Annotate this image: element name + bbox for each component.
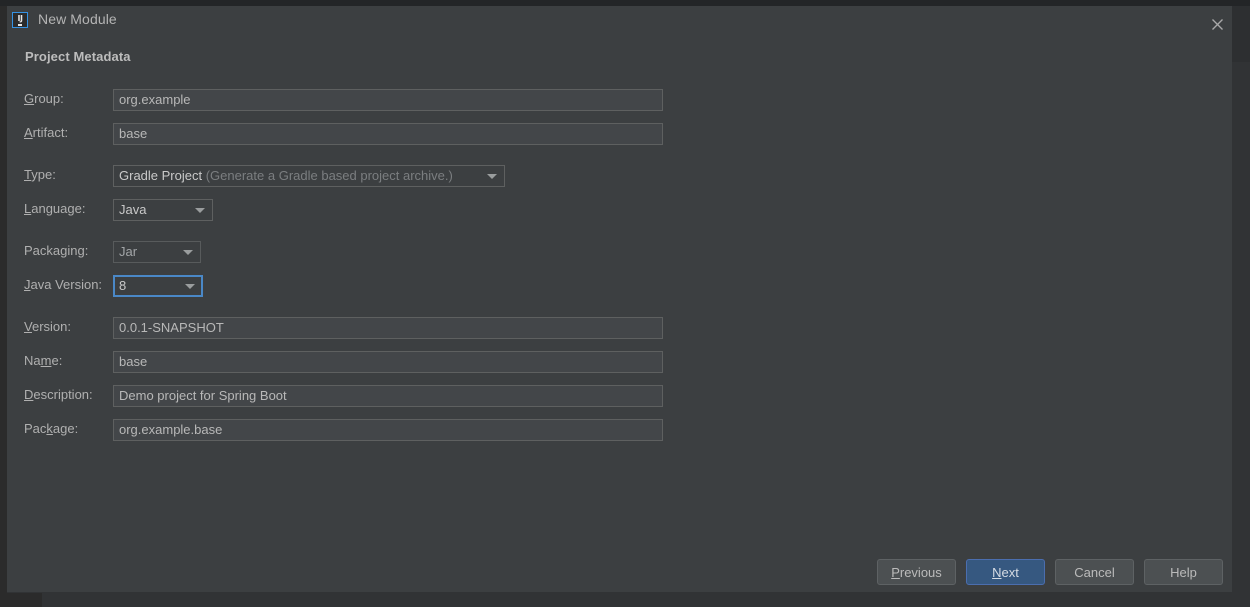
label-package: Package: <box>24 421 79 436</box>
dialog-bottom-edge <box>7 592 1232 593</box>
desktop-backdrop: IJ New Module Project Metadata Group: org… <box>0 0 1250 607</box>
combo-value-type: Gradle Project <box>119 168 203 183</box>
chevron-down-icon[interactable] <box>487 174 497 179</box>
next-button[interactable]: Next <box>966 559 1045 585</box>
label-type: Type: <box>24 167 56 182</box>
section-header-project-metadata: Project Metadata <box>25 49 131 64</box>
combo-packaging[interactable]: Jar <box>113 241 201 263</box>
combo-hint-type: (Generate a Gradle based project archive… <box>205 168 453 183</box>
combo-value-java-version: 8 <box>119 278 127 293</box>
label-packaging: Packaging: <box>24 243 89 258</box>
chevron-down-icon[interactable] <box>195 208 205 213</box>
input-artifact[interactable]: base <box>113 123 663 145</box>
label-language: Language: <box>24 201 86 216</box>
help-button[interactable]: Help <box>1144 559 1223 585</box>
ide-right-strip <box>1232 6 1250 607</box>
combo-java-version[interactable]: 8 <box>113 275 203 297</box>
label-description: Description: <box>24 387 93 402</box>
close-icon[interactable] <box>1203 12 1231 36</box>
label-artifact: Artifact: <box>24 125 69 140</box>
new-module-dialog: IJ New Module Project Metadata Group: org… <box>7 6 1232 593</box>
label-java-version: Java Version: <box>24 277 103 292</box>
ide-bottom-strip <box>7 593 1232 607</box>
dialog-titlebar: IJ New Module <box>7 6 1232 40</box>
intellij-idea-icon: IJ <box>12 12 28 28</box>
label-version: Version: <box>24 319 71 334</box>
input-name[interactable]: base <box>113 351 663 373</box>
ide-left-strip <box>0 6 7 607</box>
input-group[interactable]: org.example <box>113 89 663 111</box>
combo-type[interactable]: Gradle Project (Generate a Gradle based … <box>113 165 505 187</box>
previous-button[interactable]: Previous <box>877 559 956 585</box>
ide-bottom-left-strip <box>0 593 42 607</box>
input-version[interactable]: 0.0.1-SNAPSHOT <box>113 317 663 339</box>
input-description[interactable]: Demo project for Spring Boot <box>113 385 663 407</box>
input-package[interactable]: org.example.base <box>113 419 663 441</box>
dialog-title: New Module <box>38 11 117 27</box>
combo-value-language: Java <box>119 202 147 217</box>
combo-language[interactable]: Java <box>113 199 213 221</box>
combo-value-packaging: Jar <box>119 244 138 259</box>
chevron-down-icon[interactable] <box>185 284 195 289</box>
ide-right-upper-strip <box>1232 6 1250 62</box>
chevron-down-icon[interactable] <box>183 250 193 255</box>
dialog-button-bar: Previous Next Cancel Help <box>7 559 1232 589</box>
cancel-button[interactable]: Cancel <box>1055 559 1134 585</box>
label-name: Name: <box>24 353 63 368</box>
label-group: Group: <box>24 91 64 106</box>
